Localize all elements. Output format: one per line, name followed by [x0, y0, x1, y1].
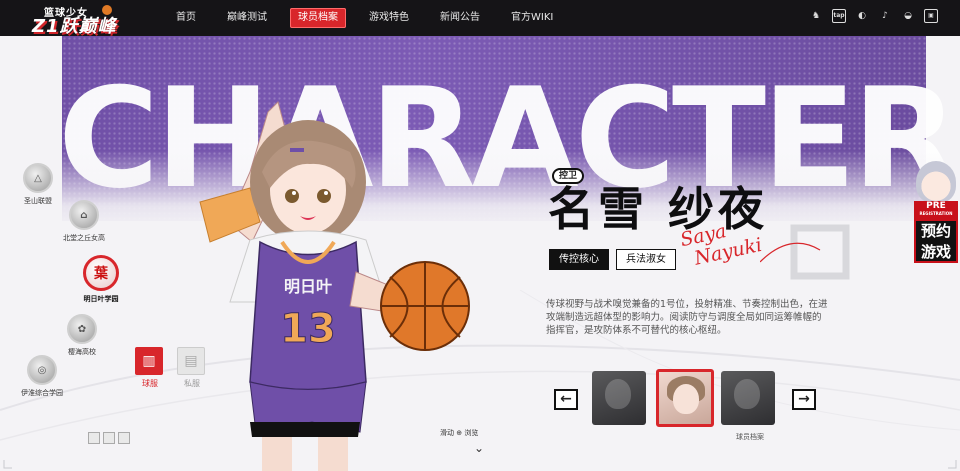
- character-portrait: [605, 379, 631, 409]
- character-illustration: 明日叶 13: [199, 101, 470, 471]
- pre-registration-label: PRE REGISTRATION: [914, 201, 958, 219]
- carousel-thumb[interactable]: [592, 371, 646, 425]
- qq-icon[interactable]: ♞: [809, 9, 823, 23]
- main-nav: 首页 巅峰测试 球员档案 游戏特色 新闻公告 官方WIKI: [168, 0, 576, 36]
- nav-item-1[interactable]: 巅峰测试: [219, 8, 275, 28]
- jersey-team-text: 明日叶: [284, 277, 332, 296]
- yinghai-emblem-icon: ✿: [67, 314, 97, 344]
- school-label: 伊淮综合学园: [21, 389, 63, 397]
- logo-title: Z1跃巅峰: [32, 16, 117, 37]
- reserve-line: 游戏: [920, 243, 951, 261]
- beitang-emblem-icon: ⌂: [69, 200, 99, 230]
- nav-item-0[interactable]: 首页: [168, 8, 204, 28]
- school-label: 北堂之丘女高: [63, 234, 105, 242]
- signature-stroke-decoration: [760, 224, 850, 280]
- reserve-game-button[interactable]: 预约 游戏: [914, 219, 958, 263]
- wechat-icon[interactable]: ◒: [901, 9, 915, 23]
- pre-label: PRE: [926, 201, 946, 211]
- mingriye-emblem-icon: 葉: [83, 255, 119, 291]
- taptap-icon[interactable]: tap: [832, 9, 846, 23]
- outfit-label: 球服: [142, 379, 158, 388]
- school-item-yinghai[interactable]: ✿ 樱海高校: [52, 314, 112, 357]
- arrow-left-icon: ←: [560, 391, 572, 407]
- registration-label: REGISTRATION: [919, 211, 953, 216]
- reserve-line: 预约: [920, 222, 951, 240]
- scroll-hint: 滑动 ⊕ 浏览: [440, 429, 479, 437]
- yihuai-emblem-icon: ◎: [27, 355, 57, 385]
- social-links: ♞ tap ◐ ♪ ◒ ▣: [809, 9, 938, 23]
- square-icon[interactable]: [118, 432, 130, 444]
- carousel-thumb-active[interactable]: [656, 369, 714, 427]
- tiktok-icon[interactable]: ♪: [878, 9, 892, 23]
- bilibili-icon[interactable]: ◐: [855, 9, 869, 23]
- scroll-down-icon[interactable]: ⌄: [474, 441, 484, 455]
- chibi-mascot: [916, 161, 956, 203]
- trait-tag-secondary: 兵法淑女: [616, 249, 676, 270]
- jersey-number-text: 13: [280, 306, 336, 352]
- arrow-right-icon: →: [798, 391, 810, 407]
- hero-fade: [0, 150, 960, 230]
- footer-right-label: 球员档案: [736, 433, 764, 441]
- preregister-badge[interactable]: PRE REGISTRATION 预约 游戏: [912, 161, 958, 265]
- bottom-left-icons: [88, 432, 130, 444]
- grid-icon[interactable]: [88, 432, 100, 444]
- nav-item-3[interactable]: 游戏特色: [361, 8, 417, 28]
- weibo-icon[interactable]: ▣: [924, 9, 938, 23]
- character-description: 传球视野与战术嗅觉兼备的1号位，投射精准、节奏控制出色，在进攻端制造远超体型的影…: [546, 299, 828, 336]
- nav-item-5[interactable]: 官方WIKI: [503, 8, 561, 28]
- image-icon[interactable]: [103, 432, 115, 444]
- carousel-prev-button[interactable]: ←: [554, 389, 578, 410]
- character-portrait: [734, 379, 760, 409]
- character-portrait: [673, 384, 699, 414]
- game-logo[interactable]: 篮球少女 Z1跃巅峰: [24, 3, 128, 37]
- top-nav-bar: 篮球少女 Z1跃巅峰 首页 巅峰测试 球员档案 游戏特色 新闻公告 官方WIKI ♞ tap…: [0, 0, 960, 37]
- outfit-uniform-button[interactable]: ▥ 球服: [135, 347, 165, 389]
- school-label: 明日叶学园: [83, 295, 119, 303]
- school-item-yihuai[interactable]: ◎ 伊淮综合学园: [12, 355, 72, 398]
- school-item-beitang[interactable]: ⌂ 北堂之丘女高: [54, 200, 114, 243]
- shengshan-emblem-icon: △: [23, 163, 53, 193]
- trait-tag-primary: 传控核心: [549, 249, 609, 270]
- nav-item-4[interactable]: 新闻公告: [432, 8, 488, 28]
- carousel-next-button[interactable]: →: [792, 389, 816, 410]
- nav-item-2[interactable]: 球员档案: [290, 8, 346, 28]
- jersey-icon: ▥: [135, 347, 163, 375]
- carousel-thumb[interactable]: [721, 371, 775, 425]
- school-item-mingriye[interactable]: 葉 明日叶学园: [71, 255, 131, 304]
